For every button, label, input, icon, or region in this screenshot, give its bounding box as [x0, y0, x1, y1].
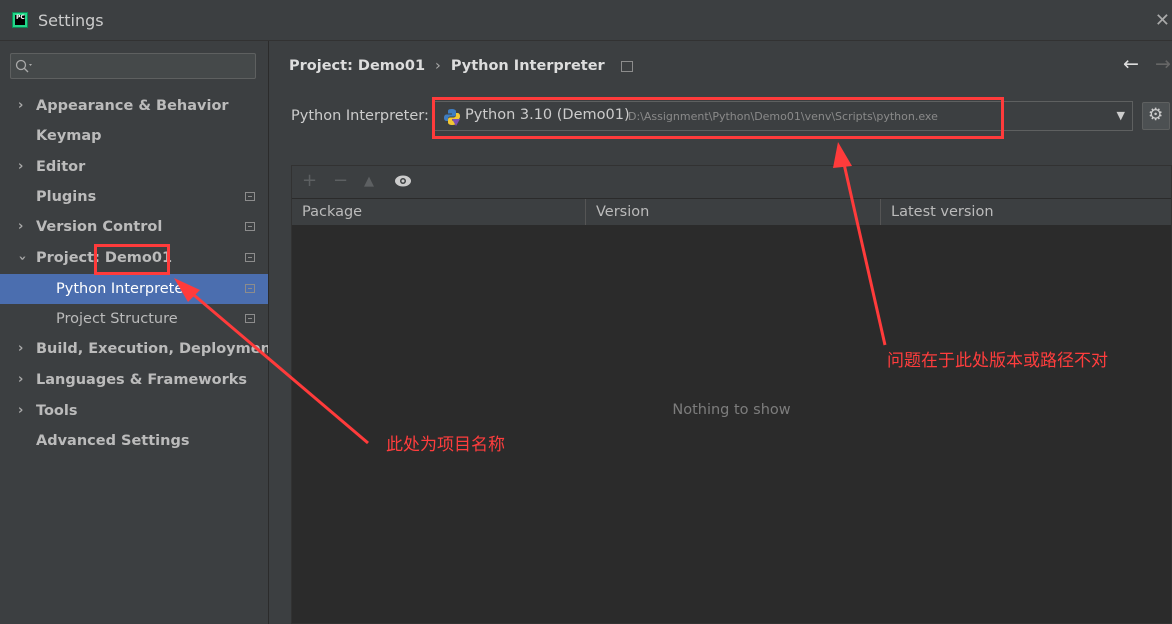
interpreter-highlight — [432, 97, 1004, 139]
annotation-project-name: 此处为项目名称 — [386, 435, 505, 455]
sidebar-item-editor[interactable]: › Editor — [0, 152, 268, 182]
sidebar-item-label: Advanced Settings — [36, 433, 190, 449]
sidebar-item-label: Plugins — [36, 189, 97, 205]
packages-table-header: Package Version Latest version — [292, 198, 1171, 226]
packages-panel: + − ▲ Package Version Latest version Not… — [291, 165, 1172, 624]
sidebar-item-label: Version Control — [36, 219, 163, 235]
sidebar-item-label: Editor — [36, 159, 86, 175]
chevron-right-icon: › — [18, 159, 24, 174]
forward-arrow-icon[interactable]: → — [1155, 53, 1171, 75]
chevron-right-icon: › — [18, 219, 24, 234]
breadcrumb: Project: Demo01 › Python Interpreter — [289, 58, 633, 74]
sidebar-item-keymap[interactable]: Keymap — [0, 121, 268, 151]
settings-sidebar: › Appearance & Behavior Keymap › Editor … — [0, 41, 278, 624]
sidebar-item-languages-frameworks[interactable]: › Languages & Frameworks — [0, 365, 268, 395]
remove-package-button[interactable]: − — [333, 170, 348, 191]
project-settings-icon — [245, 192, 255, 201]
column-header-version[interactable]: Version — [586, 199, 881, 225]
gear-icon: ⚙ — [1148, 105, 1164, 125]
chevron-right-icon: › — [18, 341, 24, 356]
window-title: Settings — [38, 11, 104, 30]
sidebar-item-label: Project Structure — [56, 311, 178, 327]
chevron-down-icon: › — [14, 255, 30, 261]
sidebar-item-advanced-settings[interactable]: Advanced Settings — [0, 426, 268, 456]
sidebar-item-tools[interactable]: › Tools — [0, 396, 268, 426]
close-icon[interactable]: ✕ — [1155, 10, 1170, 31]
project-settings-icon — [620, 60, 633, 72]
chevron-right-icon: › — [18, 403, 24, 418]
empty-state-text: Nothing to show — [672, 402, 791, 418]
interpreter-label: Python Interpreter: — [291, 108, 429, 124]
sidebar-item-label: Tools — [36, 403, 78, 419]
project-settings-icon — [245, 253, 255, 262]
show-icon[interactable] — [394, 174, 412, 188]
pycharm-logo-icon: PC — [12, 12, 28, 28]
sidebar-item-build-execution-deployment[interactable]: › Build, Execution, Deployment — [0, 334, 278, 364]
sidebar-item-label: Keymap — [36, 128, 102, 144]
chevron-right-icon: › — [18, 372, 24, 387]
breadcrumb-project[interactable]: Project: Demo01 — [289, 58, 425, 74]
sidebar-item-label: Appearance & Behavior — [36, 98, 229, 114]
sidebar-item-appearance-behavior[interactable]: › Appearance & Behavior — [0, 91, 268, 121]
sidebar-item-label: Python Interpreter — [56, 281, 190, 297]
sidebar-item-version-control[interactable]: › Version Control — [0, 212, 268, 242]
chevron-down-icon: ▼ — [1116, 109, 1125, 122]
project-name-highlight — [94, 244, 170, 275]
project-settings-icon — [245, 314, 255, 323]
sidebar-item-plugins[interactable]: Plugins — [0, 182, 268, 212]
upgrade-package-button[interactable]: ▲ — [364, 174, 374, 189]
search-input[interactable] — [10, 53, 256, 79]
title-bar: PC Settings ✕ — [0, 0, 1172, 41]
sidebar-item-label: Languages & Frameworks — [36, 372, 248, 388]
packages-toolbar: + − ▲ — [292, 166, 1171, 198]
chevron-right-icon: › — [18, 98, 24, 113]
column-header-latest-version[interactable]: Latest version — [881, 199, 1172, 225]
sidebar-item-label: Build, Execution, Deployment — [36, 341, 278, 357]
project-settings-icon — [245, 284, 255, 293]
annotation-version-path-issue: 问题在于此处版本或路径不对 — [887, 351, 1108, 371]
sidebar-item-project-structure[interactable]: Project Structure — [0, 304, 268, 334]
breadcrumb-separator: › — [435, 58, 441, 74]
sidebar-item-python-interpreter[interactable]: Python Interpreter — [0, 274, 268, 304]
back-arrow-icon[interactable]: ← — [1123, 53, 1139, 75]
column-header-package[interactable]: Package — [292, 199, 586, 225]
add-package-button[interactable]: + — [302, 170, 317, 191]
interpreter-settings-button[interactable]: ⚙ — [1142, 102, 1170, 130]
breadcrumb-page: Python Interpreter — [450, 58, 605, 74]
search-icon — [15, 59, 32, 73]
project-settings-icon — [245, 222, 255, 231]
